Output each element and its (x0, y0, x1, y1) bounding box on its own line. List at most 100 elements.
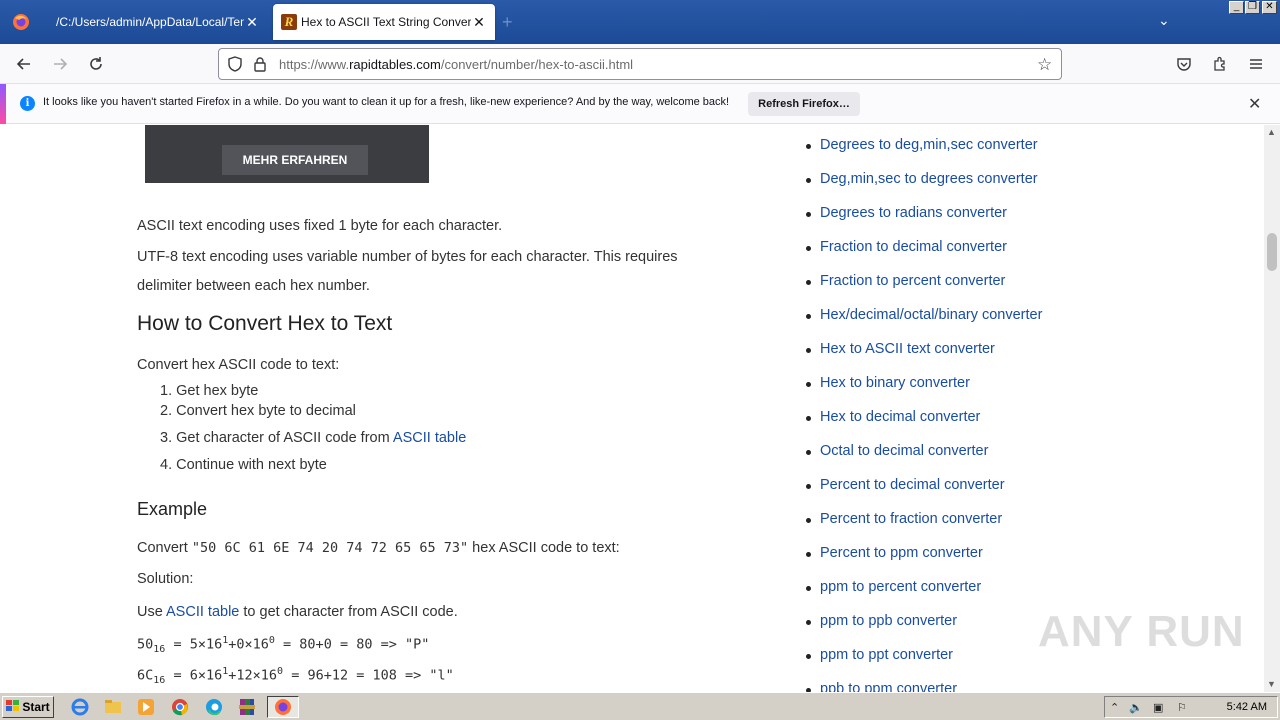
tab-title: /C:/Users/admin/AppData/Local/Temp/f (56, 15, 244, 29)
folder-icon[interactable] (104, 698, 122, 716)
list-all-tabs-chevron-icon[interactable]: ⌄ (1158, 12, 1170, 29)
firefox-menu-icon[interactable] (0, 0, 42, 44)
hamburger-menu-icon[interactable] (1244, 52, 1268, 76)
tab-local-file[interactable]: /C:/Users/admin/AppData/Local/Temp/f ✕ (44, 4, 268, 40)
sidebar-link-label[interactable]: Hex to ASCII text converter (820, 341, 995, 357)
sidebar-link[interactable]: ppm to ppb converter (806, 613, 957, 629)
sidebar-link-label[interactable]: Percent to ppm converter (820, 545, 983, 561)
edge-icon[interactable] (205, 698, 223, 716)
sidebar-link-label[interactable]: ppm to ppb converter (820, 613, 957, 629)
sidebar-link-label[interactable]: ppm to percent converter (820, 579, 981, 595)
close-window-button[interactable]: ✕ (1262, 1, 1277, 14)
calc-hex: 6C (137, 667, 154, 684)
advertisement[interactable]: MEHR ERFAHREN (145, 125, 429, 183)
refresh-firefox-button[interactable]: Refresh Firefox… (748, 92, 860, 116)
use-suffix: to get character from ASCII code. (239, 604, 458, 620)
tracking-shield-icon[interactable] (227, 56, 243, 77)
sidebar-link[interactable]: Percent to fraction converter (806, 511, 1002, 527)
back-arrow-icon[interactable] (12, 52, 36, 76)
list-item-step-4: 4. Continue with next byte (160, 457, 327, 473)
action-center-flag-icon[interactable]: ⚐ (1177, 701, 1187, 714)
sidebar-link-label[interactable]: Deg,min,sec to degrees converter (820, 171, 1038, 187)
clock[interactable]: 5:42 AM (1227, 701, 1267, 713)
sidebar-link-label[interactable]: Degrees to radians converter (820, 205, 1007, 221)
calculation-line-2: 6C16 = 6×161+12×160 = 96+12 = 108 => "l" (137, 666, 454, 686)
sidebar-link[interactable]: ppb to ppm converter (806, 681, 957, 692)
pocket-icon[interactable] (1172, 52, 1196, 76)
address-bar[interactable]: https://www.rapidtables.com/convert/numb… (218, 48, 1062, 80)
sidebar-link-label[interactable]: Percent to fraction converter (820, 511, 1002, 527)
volume-icon[interactable]: 🔈 (1129, 701, 1143, 714)
start-button[interactable]: Start (2, 696, 54, 718)
network-icon[interactable]: ▣ (1153, 701, 1163, 714)
sidebar-link[interactable]: Deg,min,sec to degrees converter (806, 171, 1038, 187)
restore-button[interactable]: ❐ (1245, 1, 1260, 14)
calc-term: +12×16 (228, 667, 278, 684)
tab-hex-to-ascii[interactable]: R Hex to ASCII Text String Converte ✕ (273, 4, 495, 40)
sidebar-link[interactable]: Percent to decimal converter (806, 477, 1005, 493)
new-tab-button[interactable]: + (502, 12, 513, 33)
lock-icon[interactable] (253, 56, 267, 77)
tab-strip: /C:/Users/admin/AppData/Local/Temp/f ✕ R… (0, 0, 1280, 44)
sidebar-link[interactable]: Octal to decimal converter (806, 443, 988, 459)
sidebar-link[interactable]: Fraction to percent converter (806, 273, 1005, 289)
sidebar-link-label[interactable]: ppb to ppm converter (820, 681, 957, 692)
step-3-text: 3. Get character of ASCII code from (160, 430, 393, 446)
sidebar-link[interactable]: ppm to ppt converter (806, 647, 953, 663)
show-hidden-icons-icon[interactable]: ⌃ (1110, 701, 1119, 714)
sidebar-link-label[interactable]: Hex/decimal/octal/binary converter (820, 307, 1042, 323)
close-icon[interactable]: ✕ (244, 14, 260, 31)
firefox-icon (274, 698, 292, 720)
close-icon[interactable]: ✕ (1248, 94, 1261, 114)
winrar-icon[interactable] (238, 698, 256, 716)
sidebar-link-label[interactable]: Fraction to decimal converter (820, 239, 1007, 255)
sidebar-link-label[interactable]: Fraction to percent converter (820, 273, 1005, 289)
scroll-down-arrow-icon[interactable]: ▼ (1267, 679, 1276, 689)
scroll-up-arrow-icon[interactable]: ▲ (1267, 127, 1276, 137)
sidebar-link[interactable]: Hex to decimal converter (806, 409, 980, 425)
sidebar-link[interactable]: Degrees to deg,min,sec converter (806, 137, 1038, 153)
scrollbar-thumb[interactable] (1267, 233, 1277, 271)
sidebar-link-label[interactable]: Percent to decimal converter (820, 477, 1005, 493)
vertical-scrollbar[interactable]: ▲ ▼ (1264, 125, 1280, 692)
taskbar-firefox-window[interactable] (267, 696, 299, 718)
sidebar-link[interactable]: Hex to binary converter (806, 375, 970, 391)
reload-icon[interactable] (84, 52, 108, 76)
windows-taskbar: Start ⌃ 🔈 ▣ ⚐ 5:42 AM (0, 692, 1280, 720)
system-tray: ⌃ 🔈 ▣ ⚐ 5:42 AM (1104, 696, 1278, 718)
calc-result: = 80+0 = 80 => "P" (274, 636, 430, 653)
notification-text: It looks like you haven't started Firefo… (43, 96, 730, 108)
sidebar-link-label[interactable]: Hex to decimal converter (820, 409, 980, 425)
sidebar-link[interactable]: Fraction to decimal converter (806, 239, 1007, 255)
url-prefix: https://www. (279, 57, 350, 72)
calc-subscript: 16 (153, 644, 166, 656)
sidebar-link[interactable]: Hex/decimal/octal/binary converter (806, 307, 1042, 323)
sidebar-link-label[interactable]: Degrees to deg,min,sec converter (820, 137, 1038, 153)
convert-prefix: Convert (137, 540, 192, 556)
minimize-button[interactable]: _ (1229, 1, 1244, 14)
media-player-icon[interactable] (137, 698, 155, 716)
sidebar-link[interactable]: Percent to ppm converter (806, 545, 983, 561)
sidebar-link-label[interactable]: ppm to ppt converter (820, 647, 953, 663)
anyrun-watermark: ANY RUN (1038, 607, 1245, 656)
calc-term: = 6×16 (165, 667, 223, 684)
sidebar-link[interactable]: Degrees to radians converter (806, 205, 1007, 221)
extensions-puzzle-icon[interactable] (1208, 52, 1232, 76)
sidebar-link[interactable]: ppm to percent converter (806, 579, 981, 595)
sidebar-link[interactable]: Hex to ASCII text converter (806, 341, 995, 357)
ascii-table-link[interactable]: ASCII table (166, 604, 239, 620)
calc-result: = 96+12 = 108 => "l" (283, 667, 454, 684)
forward-arrow-icon[interactable] (48, 52, 72, 76)
ascii-table-link[interactable]: ASCII table (393, 430, 466, 446)
sidebar-link-label[interactable]: Octal to decimal converter (820, 443, 988, 459)
ad-learn-more-button[interactable]: MEHR ERFAHREN (222, 145, 368, 175)
calculation-line-1: 5016 = 5×161+0×160 = 80+0 = 80 => "P" (137, 635, 429, 655)
bookmark-star-icon[interactable]: ☆ (1037, 55, 1052, 75)
list-item-step-3: 3. Get character of ASCII code from ASCI… (160, 430, 466, 446)
paragraph-utf8-line1: UTF-8 text encoding uses variable number… (137, 249, 678, 265)
heading-how-to-convert: How to Convert Hex to Text (137, 312, 393, 335)
internet-explorer-icon[interactable] (71, 698, 89, 716)
close-icon[interactable]: ✕ (471, 14, 487, 31)
chrome-icon[interactable] (171, 698, 189, 716)
sidebar-link-label[interactable]: Hex to binary converter (820, 375, 970, 391)
